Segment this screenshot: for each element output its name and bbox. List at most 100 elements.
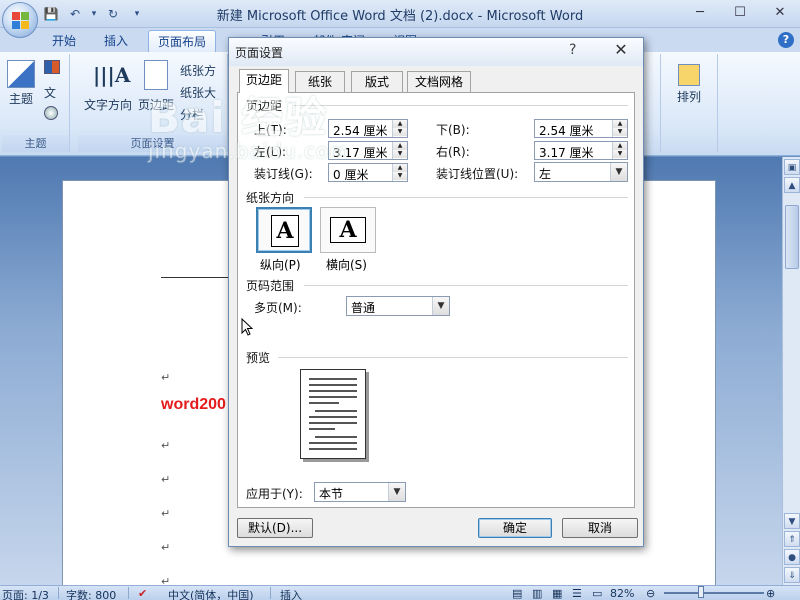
portrait-glyph: A (276, 218, 294, 244)
zoom-slider[interactable] (664, 592, 764, 594)
right-margin-value: 3.17 厘米 (539, 146, 594, 160)
section-divider (294, 105, 628, 106)
gutter-position-value: 左 (539, 167, 552, 181)
ok-button[interactable]: 确定 (478, 518, 552, 538)
paragraph-mark: ↵ (161, 371, 171, 384)
text-direction-button[interactable]: |||A 文字方向 (82, 60, 134, 113)
page-count[interactable]: 页面: 1/3 (2, 587, 49, 600)
full-screen-reading-icon[interactable]: ▥ (532, 587, 542, 600)
margins-button[interactable]: 页边距 (136, 60, 176, 113)
top-margin-spinner[interactable]: 2.54 厘米 ▲ ▼ (328, 119, 408, 138)
apply-to-select[interactable]: 本节 ▼ (314, 482, 406, 502)
paragraph-mark: ↵ (161, 439, 171, 452)
themes-label: 主题 (8, 92, 33, 106)
browse-object-icon[interactable]: ● (784, 549, 800, 565)
draft-icon[interactable]: ▭ (592, 587, 602, 600)
gutter-spinner[interactable]: 0 厘米 ▲ ▼ (328, 163, 408, 182)
columns-button[interactable]: 分栏 (180, 106, 204, 123)
right-margin-label: 右(R): (436, 145, 470, 159)
tab-layout[interactable]: 版式 (351, 71, 403, 92)
insert-mode-indicator[interactable]: 插入 (280, 587, 302, 600)
scroll-thumb[interactable] (785, 205, 799, 269)
tab-home[interactable]: 开始 (43, 30, 85, 52)
zoom-slider-thumb[interactable] (698, 586, 704, 598)
spin-arrows-icon[interactable]: ▲ ▼ (392, 120, 407, 137)
portrait-page-icon: A (271, 215, 299, 247)
chevron-down-icon[interactable]: ▼ (432, 297, 449, 315)
arrange-icon (678, 64, 700, 86)
tab-insert[interactable]: 插入 (95, 30, 137, 52)
multiple-pages-label: 多页(M): (254, 301, 302, 315)
gutter-position-select[interactable]: 左 ▼ (534, 162, 628, 182)
zoom-level[interactable]: 82% (610, 587, 634, 600)
web-layout-icon[interactable]: ▦ (552, 587, 562, 600)
maximize-button[interactable]: ☐ (720, 0, 760, 26)
size-label: 纸张大 (180, 86, 217, 100)
text-direction-label: 文字方向 (83, 98, 132, 112)
scroll-up-icon[interactable]: ▲ (784, 177, 800, 193)
tab-document-grid[interactable]: 文档网格 (407, 71, 471, 92)
theme-colors-button[interactable] (44, 60, 60, 77)
paragraph-mark: ↵ (161, 507, 171, 520)
left-margin-label: 左(L): (254, 145, 287, 159)
theme-effects-icon (44, 106, 58, 120)
tab-paper[interactable]: 纸张 (295, 71, 345, 92)
ruler-toggle-icon[interactable]: ▣ (784, 159, 800, 175)
spin-arrows-icon[interactable]: ▲ ▼ (612, 120, 627, 137)
right-margin-spinner[interactable]: 3.17 厘米 ▲ ▼ (534, 141, 628, 160)
tab-page-layout[interactable]: 页面布局 (148, 30, 217, 52)
multiple-pages-select[interactable]: 普通 ▼ (346, 296, 450, 316)
proofing-icon[interactable]: ✔ (138, 587, 147, 600)
vertical-scrollbar[interactable]: ▣ ▲ ▼ ⇑ ● ⇓ (782, 157, 800, 585)
next-page-icon[interactable]: ⇓ (784, 567, 800, 583)
zoom-in-icon[interactable]: ⊕ (766, 587, 775, 600)
chevron-down-icon[interactable]: ▼ (388, 483, 405, 501)
title-bar: 💾 ↶ ▾ ↻ ▾ 新建 Microsoft Office Word 文档 (2… (0, 0, 800, 28)
scroll-down-icon[interactable]: ▼ (784, 513, 800, 529)
document-text[interactable]: word200 (161, 396, 226, 414)
dialog-help-icon[interactable]: ? (569, 42, 576, 58)
close-window-button[interactable]: ✕ (760, 0, 800, 26)
margins-tab-panel: 页边距 上(T): 2.54 厘米 ▲ ▼ 下(B): 2.54 厘米 ▲ ▼ 左(… (237, 92, 635, 508)
landscape-glyph: A (339, 217, 357, 243)
word-count[interactable]: 字数: 800 (66, 587, 116, 600)
landscape-label[interactable]: 横向(S) (326, 256, 367, 273)
apply-to-value: 本节 (319, 487, 344, 501)
spin-arrows-icon[interactable]: ▲ ▼ (392, 142, 407, 159)
print-layout-icon[interactable]: ▤ (512, 587, 522, 600)
previous-page-icon[interactable]: ⇑ (784, 531, 800, 547)
minimize-button[interactable]: ─ (680, 0, 720, 26)
orientation-button[interactable]: 纸张方 (180, 62, 216, 79)
portrait-option[interactable]: A (256, 207, 312, 253)
left-margin-spinner[interactable]: 3.17 厘米 ▲ ▼ (328, 141, 408, 160)
arrange-button[interactable]: 排列 (669, 64, 709, 105)
mouse-cursor-icon (241, 318, 253, 336)
multiple-pages-value: 普通 (351, 301, 376, 315)
landscape-option[interactable]: A (320, 207, 376, 253)
outline-icon[interactable]: ☰ (572, 587, 582, 600)
spin-arrows-icon[interactable]: ▲ ▼ (392, 164, 407, 181)
theme-fonts-button[interactable]: 文 (44, 84, 56, 101)
language-indicator[interactable]: 中文(简体，中国) (168, 587, 254, 600)
preview-section-title: 预览 (246, 351, 271, 365)
themes-button[interactable]: 主题 (4, 60, 38, 107)
section-divider (278, 357, 628, 358)
cancel-button[interactable]: 取消 (562, 518, 638, 538)
page-preview (300, 369, 366, 459)
arrange-label: 排列 (676, 90, 701, 104)
bottom-margin-spinner[interactable]: 2.54 厘米 ▲ ▼ (534, 119, 628, 138)
chevron-down-icon[interactable]: ▼ (610, 163, 627, 181)
size-button[interactable]: 纸张大 (180, 84, 216, 101)
spin-arrows-icon[interactable]: ▲ ▼ (612, 142, 627, 159)
theme-effects-button[interactable] (44, 106, 58, 123)
portrait-label[interactable]: 纵向(P) (260, 256, 301, 273)
page-setup-group: |||A 文字方向 页边距 纸张方 纸张大 分栏 页面设置 (78, 54, 228, 152)
tab-margins[interactable]: 页边距 (239, 69, 289, 93)
help-icon[interactable]: ? (778, 32, 794, 48)
set-default-button[interactable]: 默认(D)... (237, 518, 313, 538)
dialog-close-button[interactable]: ✕ (607, 40, 635, 62)
dialog-title: 页面设置 (235, 46, 284, 60)
gutter-label: 装订线(G): (254, 167, 313, 181)
zoom-out-icon[interactable]: ⊖ (646, 587, 655, 600)
office-button[interactable] (2, 2, 38, 38)
